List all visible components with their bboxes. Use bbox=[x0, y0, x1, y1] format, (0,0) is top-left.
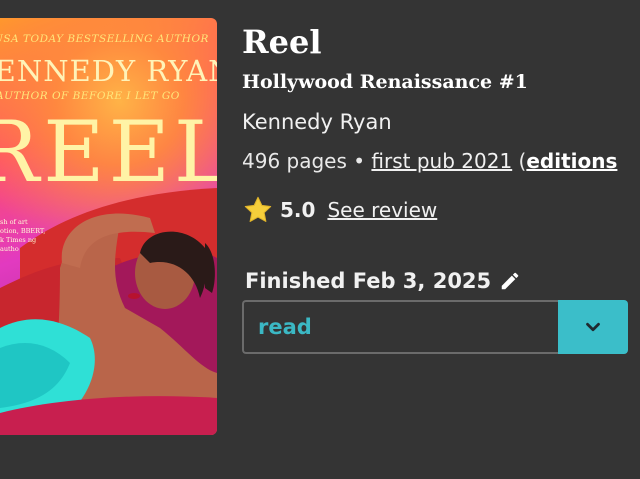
finished-row: Finished Feb 3, 2025 bbox=[245, 266, 521, 296]
cover-author: KENNEDY RYAN bbox=[0, 54, 217, 88]
meta-separator: • bbox=[346, 149, 372, 173]
chevron-down-icon bbox=[586, 322, 600, 332]
cover-blurb: sh of art otion, BBERT, k Times ng autho bbox=[0, 218, 46, 253]
shelf-status-value[interactable]: read bbox=[242, 300, 558, 354]
book-title: Reel bbox=[242, 23, 322, 61]
rating-row: 5.0 See review bbox=[242, 194, 437, 226]
editions-link[interactable]: editions bbox=[526, 149, 617, 173]
paren-open: ( bbox=[512, 149, 527, 173]
book-author[interactable]: Kennedy Ryan bbox=[242, 108, 392, 136]
cover-subline: AUTHOR OF BEFORE I LET GO bbox=[0, 90, 180, 102]
pencil-icon[interactable] bbox=[499, 270, 521, 292]
see-review-link[interactable]: See review bbox=[327, 198, 437, 222]
page-count: 496 pages bbox=[242, 149, 347, 173]
cover-title: REEL bbox=[0, 103, 217, 201]
cover-tagline: USA TODAY BESTSELLING AUTHOR bbox=[0, 33, 209, 45]
finished-date: Finished Feb 3, 2025 bbox=[245, 269, 492, 293]
rating-value: 5.0 bbox=[280, 198, 316, 222]
star-icon bbox=[244, 196, 272, 222]
book-cover[interactable]: USA TODAY BESTSELLING AUTHOR KENNEDY RYA… bbox=[0, 18, 217, 435]
status-dropdown-button[interactable] bbox=[558, 300, 628, 354]
book-meta: 496 pages • first pub 2021 (editions bbox=[242, 147, 617, 175]
shelf-status-select[interactable]: read bbox=[242, 300, 628, 354]
book-series[interactable]: Hollywood Renaissance #1 bbox=[242, 68, 528, 96]
first-pub-link[interactable]: first pub 2021 bbox=[371, 149, 512, 173]
